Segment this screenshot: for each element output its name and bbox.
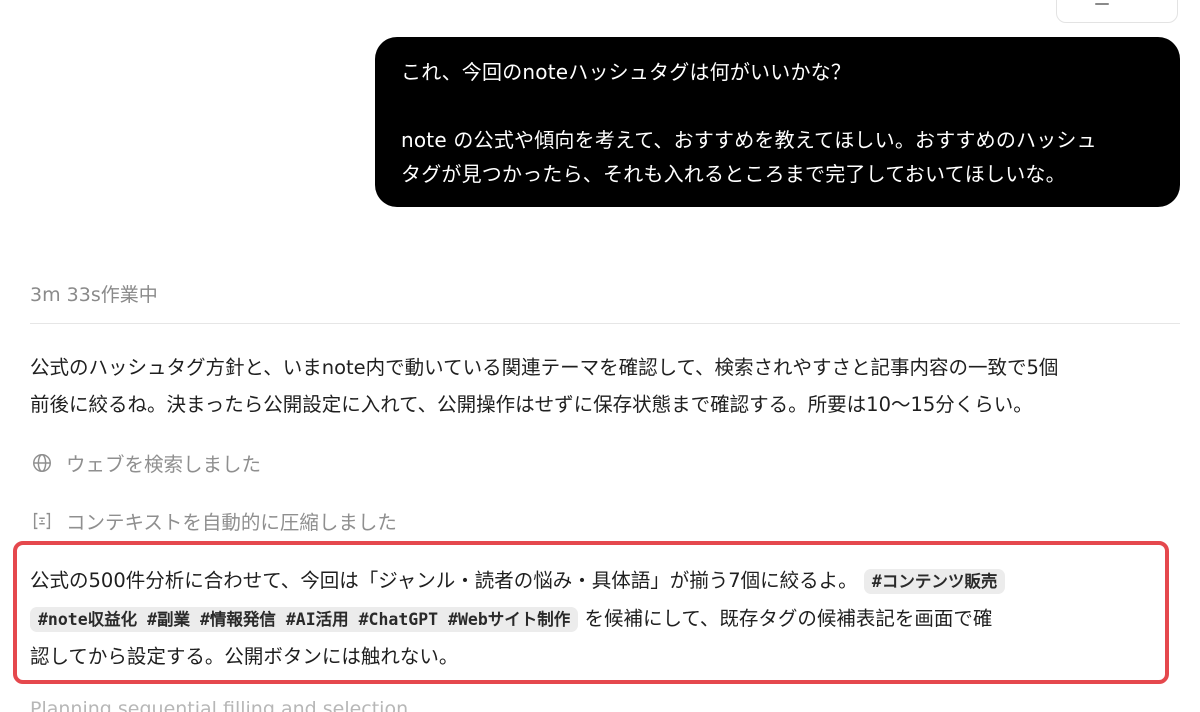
hashtag-text: #Webサイト制作 [448,610,571,629]
hashtag-text: #ChatGPT [358,610,439,629]
summary-text: を候補にして、既存タグの候補表記を画面で確 [578,607,993,630]
user-message-line: note の公式や傾向を考えて、おすすめを教えてほしい。おすすめのハッシュ [401,128,1097,152]
user-message-line: これ、今回のnoteハッシュタグは何がいいかな？ [401,60,852,84]
assistant-summary-paragraph: 公式の500件分析に合わせて、今回は「ジャンル・読者の悩み・具体語」が揃う7個に… [30,562,1170,675]
user-message-bubble: これ、今回のnoteハッシュタグは何がいいかな？ note の公式や傾向を考えて… [375,37,1180,207]
user-message-line: タグが見つかったら、それも入れるところまで完了しておいてほしいな。 [401,162,1066,186]
assistant-intro-line: 公式のハッシュタグ方針と、いまnote内で動いている関連テーマを確認して、検索さ… [30,356,1059,379]
planning-status: Planning sequential filling and selectio… [30,698,409,712]
activity-context-compress[interactable]: コンテキストを自動的に圧縮しました [30,506,397,535]
assistant-summary-line: 認してから設定する。公開ボタンには触れない。 [30,645,459,668]
hashtag-chip: #note収益化 #副業 #情報発信 #AI活用 #ChatGPT #Webサイ… [30,607,579,632]
compress-context-icon [30,509,54,533]
assistant-intro-paragraph: 公式のハッシュタグ方針と、いまnote内で動いている関連テーマを確認して、検索さ… [30,349,1170,423]
attachment-preview-mark [1095,3,1109,5]
work-status-label[interactable]: 3m 33s作業中 [30,280,158,307]
activity-label: コンテキストを自動的に圧縮しました [66,511,397,534]
assistant-intro-line: 前後に絞るね。決まったら公開設定に入れて、公開操作はせずに保存状態まで確認する。… [30,393,1033,416]
activity-web-search[interactable]: ウェブを検索しました [30,448,261,477]
hashtag-text: #note収益化 [38,610,138,629]
assistant-summary-line: 公式の500件分析に合わせて、今回は「ジャンル・読者の悩み・具体語」が揃う7個に… [30,562,1170,600]
globe-icon [30,451,54,475]
assistant-summary-line: #note収益化 #副業 #情報発信 #AI活用 #ChatGPT #Webサイ… [30,600,1170,638]
hashtag-chip: #コンテンツ販売 [863,569,1006,594]
hashtag-text: #副業 [147,610,191,629]
chat-view: これ、今回のnoteハッシュタグは何がいいかな？ note の公式や傾向を考えて… [0,0,1200,712]
activity-label: ウェブを検索しました [66,453,262,476]
user-message-gap [401,89,1154,123]
status-divider [30,323,1180,324]
hashtag-text: #情報発信 [199,610,276,629]
hashtag-text: #AI活用 [285,610,349,629]
summary-text: 公式の500件分析に合わせて、今回は「ジャンル・読者の悩み・具体語」が揃う7個に… [30,569,858,592]
attachment-thumbnail[interactable] [1056,0,1178,23]
